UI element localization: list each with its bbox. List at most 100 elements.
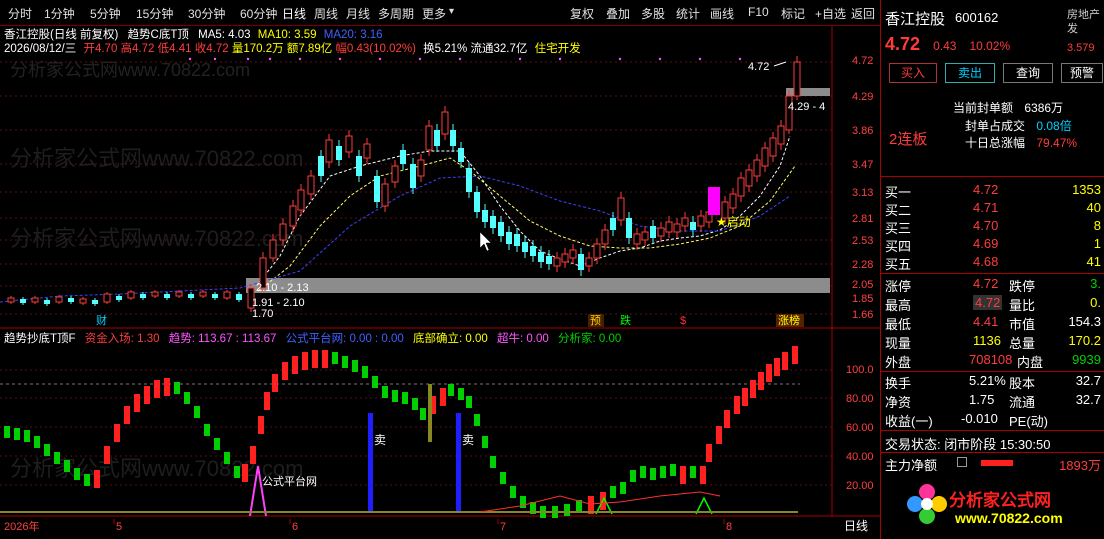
price-axis: 4.72 4.29 3.86 3.47 3.13 2.81 2.53 2.28 … <box>852 55 873 321</box>
tab-multi-period[interactable]: 多周期 <box>378 5 414 22</box>
mark-button[interactable]: 标记 <box>781 5 805 22</box>
gongshi: 公式平台网: 0.00 : 0.00 <box>285 333 404 345</box>
close: 收4.72 <box>194 43 229 55</box>
tab-1min[interactable]: 1分钟 <box>44 5 75 22</box>
tab-monthly[interactable]: 月线 <box>346 5 370 22</box>
dibu: 底部确立: 0.00 <box>413 333 488 345</box>
high: 高4.72 <box>120 43 155 55</box>
qushi: 趋势: 113.67 : 113.67 <box>168 333 277 345</box>
quote-panel: 香江控股 600162 房地产发 4.72 0.43 10.02% 3.579 … <box>880 0 1104 539</box>
sell-label-2: 卖 <box>462 433 474 447</box>
add-watchlist-button[interactable]: +自选 <box>815 5 846 22</box>
bid-row[interactable]: 买四 4.69 1 <box>885 236 1101 254</box>
volume: 量170.2万 <box>231 43 284 55</box>
category: 房地产发 <box>1067 9 1100 35</box>
seal-ratio-value: 0.08倍 <box>1036 119 1072 133</box>
stock-code: 600162 <box>955 10 999 25</box>
bid-row[interactable]: 买三 4.70 8 <box>885 218 1101 236</box>
chaoniu: 超牛: 0.00 <box>497 333 549 345</box>
tab-weekly[interactable]: 周线 <box>314 5 338 22</box>
f10-button[interactable]: F10 <box>748 5 769 19</box>
bid-row[interactable]: 买一 4.72 1353 <box>885 182 1101 200</box>
change: 幅0.43(10.02%) <box>335 43 416 55</box>
streak-label: 2连板 <box>889 131 928 148</box>
stat-row: 涨停 4.72 跌停 3. <box>885 276 1101 294</box>
svg-text:2026年: 2026年 <box>4 519 39 533</box>
current-price: 4.72 <box>885 34 921 54</box>
svg-text:2.81: 2.81 <box>852 213 873 225</box>
menu-icon[interactable] <box>957 457 967 467</box>
svg-text:分析家公式网www.70822.com: 分析家公式网www.70822.com <box>10 146 303 171</box>
tab-5min[interactable]: 5分钟 <box>90 5 121 22</box>
stat-row: 净资 1.75 流通 32.7 <box>885 392 1101 410</box>
multi-stock-button[interactable]: 多股 <box>641 5 665 22</box>
query-button[interactable]: 查询 <box>1003 63 1053 83</box>
draw-line-button[interactable]: 画线 <box>710 5 734 22</box>
label-min: 1.70 <box>252 308 273 320</box>
event-limit-up: 涨榜 <box>778 313 800 327</box>
logo-text: 分析家公式网 <box>949 491 1051 510</box>
open: 开4.70 <box>83 43 118 55</box>
seal-label: 当前封单额 <box>953 101 1014 115</box>
kline-chart[interactable]: 分析家公式网www.70822.com 分析家公式网www.70822.com … <box>0 26 880 539</box>
label-high: 4.72 <box>748 61 769 73</box>
svg-text:1.85: 1.85 <box>852 293 873 305</box>
sub-title-line: 趋势抄底T顶F 资金入场: 1.30 趋势: 113.67 : 113.67 公… <box>4 330 621 346</box>
back-button[interactable]: 返回 <box>851 5 875 22</box>
tab-30min[interactable]: 30分钟 <box>188 5 225 22</box>
svg-text:7: 7 <box>500 521 506 533</box>
svg-text:2.53: 2.53 <box>852 235 873 247</box>
fenxijia: 分析家: 0.00 <box>558 333 622 345</box>
tab-fenshi[interactable]: 分时 <box>8 5 32 22</box>
tab-daily[interactable]: 日线 <box>282 5 306 22</box>
trade-status: 交易状态: 闭市阶段 15:30:50 <box>885 437 1051 452</box>
float-cap: 流通32.7亿 <box>470 43 528 55</box>
low: 低4.41 <box>157 43 192 55</box>
category-price: 3.579 <box>1067 42 1095 54</box>
svg-text:3.86: 3.86 <box>852 125 873 137</box>
bid-row[interactable]: 买二 4.71 40 <box>885 200 1101 218</box>
svg-text:4.29: 4.29 <box>852 91 873 103</box>
alert-button[interactable]: 预警 <box>1061 63 1103 83</box>
ohlc-line: 2026/08/12/三 开4.70 高4.72 低4.41 收4.72 量17… <box>4 40 581 56</box>
event-finance: 财 <box>96 313 107 327</box>
timeline: 2026年 5 6 7 8 <box>4 519 732 533</box>
sell-button[interactable]: 卖出 <box>945 63 995 83</box>
svg-text:40.00: 40.00 <box>846 451 874 463</box>
tab-15min[interactable]: 15分钟 <box>136 5 173 22</box>
fuquan-button[interactable]: 复权 <box>570 5 594 22</box>
ten-day-label: 十日总涨幅 <box>965 136 1026 150</box>
seal-value: 6386万 <box>1024 101 1064 115</box>
stat-row: 换手 5.21% 股本 32.7 <box>885 373 1101 391</box>
svg-text:4.72: 4.72 <box>852 55 873 67</box>
tab-more[interactable]: 更多 <box>422 5 446 22</box>
svg-text:60.00: 60.00 <box>846 422 874 434</box>
svg-text:2.05: 2.05 <box>852 279 873 291</box>
stat-row: 最低 4.41 市值 154.3 <box>885 314 1101 332</box>
amount: 额7.89亿 <box>286 43 333 55</box>
main-net-value: 1893万 <box>1059 458 1101 473</box>
price-pct: 10.02% <box>969 39 1011 53</box>
date: 2026/08/12/三 <box>4 43 77 55</box>
stat-row: 现量 1136 总量 170.2 <box>885 333 1101 351</box>
label-range-high: 4.29 - 4 <box>788 101 825 113</box>
svg-text:100.0: 100.0 <box>846 364 874 376</box>
overlay-button[interactable]: 叠加 <box>606 5 630 22</box>
bid-row[interactable]: 买五 4.68 41 <box>885 254 1101 272</box>
stock-name: 香江控股 <box>885 11 946 28</box>
signal-block <box>708 187 720 215</box>
statistics-button[interactable]: 统计 <box>676 5 700 22</box>
svg-text:80.00: 80.00 <box>846 393 874 405</box>
buy-button[interactable]: 买入 <box>889 63 937 83</box>
trend-bars <box>4 346 798 518</box>
chevron-down-icon[interactable]: ▾ <box>449 6 454 17</box>
period-label: 日线 <box>844 519 868 533</box>
stat-row: 外盘 708108 内盘 9939 <box>885 352 1101 370</box>
tab-60min[interactable]: 60分钟 <box>240 5 277 22</box>
svg-text:3.47: 3.47 <box>852 159 873 171</box>
zijin: 资金入场: 1.30 <box>84 333 160 345</box>
stat-row: 最高 4.72 量比 0. <box>885 295 1101 313</box>
svg-text:6: 6 <box>292 521 298 533</box>
svg-text:5: 5 <box>116 521 122 533</box>
price-change: 0.43 <box>933 39 957 53</box>
